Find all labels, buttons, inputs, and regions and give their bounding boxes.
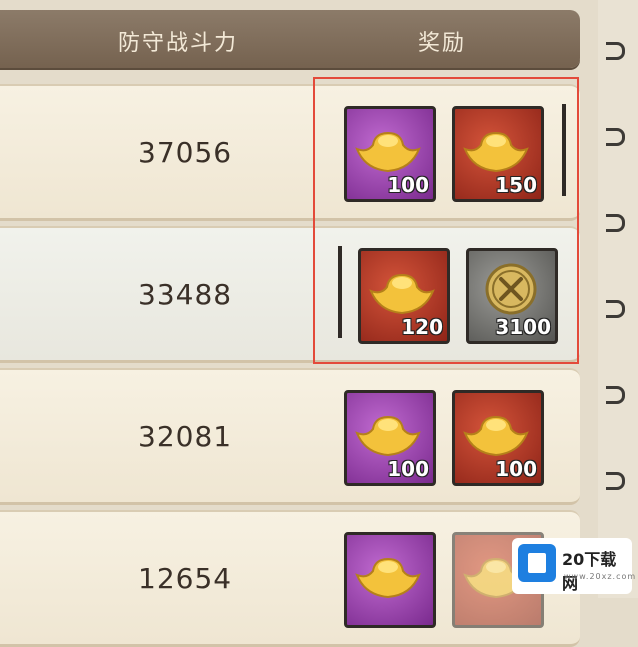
reward-quantity: 100 (387, 457, 429, 481)
reward-item[interactable]: 100 (344, 390, 436, 486)
ring-icon (606, 472, 625, 490)
table-row[interactable]: 32081 100 100 (0, 368, 580, 505)
reward-item[interactable]: 100 (452, 390, 544, 486)
column-header-reward: 奖励 (418, 31, 467, 56)
ring-icon (606, 128, 625, 146)
gold-ingot-icon (463, 415, 529, 457)
cube-logo-icon (518, 544, 556, 582)
table-header: 防守战斗力 奖励 (0, 10, 580, 68)
column-header-power: 防守战斗力 (118, 31, 239, 56)
reward-quantity: 100 (495, 457, 537, 481)
ring-icon (606, 42, 625, 60)
gold-ingot-icon (355, 557, 421, 599)
ring-icon (606, 386, 625, 404)
watermark-url: www.20xz.com (564, 572, 637, 581)
power-value: 32081 (138, 420, 233, 453)
notebook-rings (598, 0, 638, 598)
table-row[interactable]: 12654 (0, 510, 580, 647)
power-value: 37056 (138, 136, 233, 169)
power-value: 33488 (138, 278, 233, 311)
reward-item[interactable] (344, 532, 436, 628)
highlight-box (313, 77, 579, 364)
ring-icon (606, 214, 625, 232)
gold-ingot-icon (355, 415, 421, 457)
watermark-title: 20下载网 (562, 550, 617, 593)
site-watermark: 20下载网 www.20xz.com (512, 538, 635, 594)
ring-icon (606, 300, 625, 318)
power-value: 12654 (138, 562, 233, 595)
